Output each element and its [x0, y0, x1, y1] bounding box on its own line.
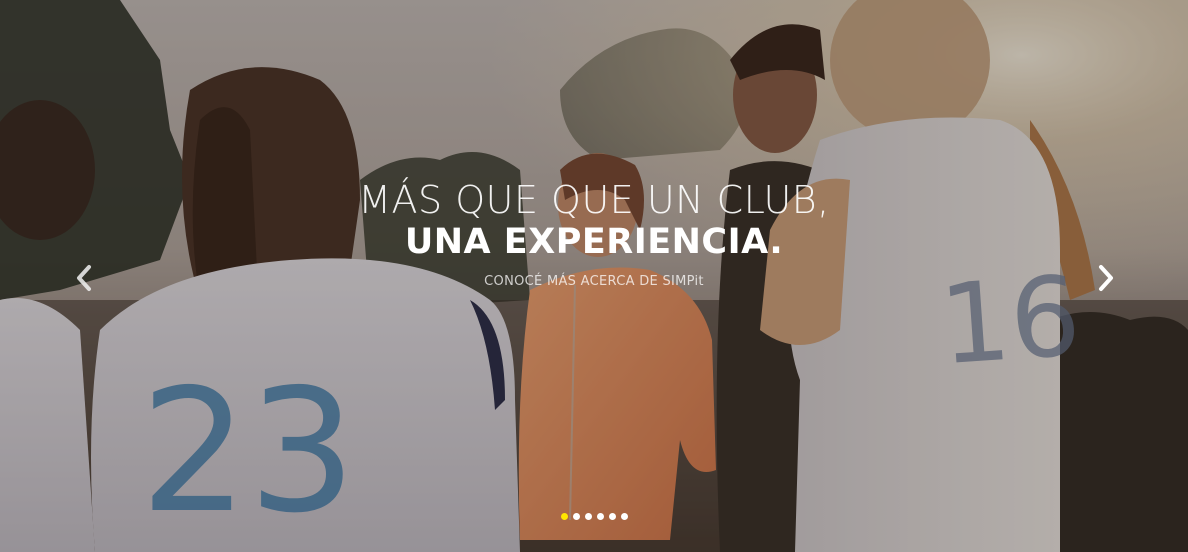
slide-title-line2: UNA EXPERIENCIA.: [404, 222, 784, 262]
slide-caption: MÁS QUE QUE UN CLUB, UNA EXPERIENCIA. CO…: [0, 178, 1188, 289]
slide-indicator-dot-3[interactable]: [584, 513, 592, 520]
slide-indicator-dot-4[interactable]: [596, 513, 604, 520]
next-slide-button[interactable]: [1088, 260, 1124, 296]
slide-indicators: [0, 513, 1188, 520]
slide-indicator-dot-1[interactable]: [560, 513, 568, 520]
chevron-right-icon: [1099, 265, 1113, 291]
slide-subtitle-link[interactable]: CONOCÉ MÁS ACERCA DE SIMPit: [0, 274, 1188, 289]
slide-indicator-dot-5[interactable]: [608, 513, 616, 520]
slide-indicator-dot-2[interactable]: [572, 513, 580, 520]
prev-slide-button[interactable]: [66, 260, 102, 296]
slide-title-line1: MÁS QUE QUE UN CLUB,: [358, 178, 830, 222]
slide-indicator-dot-6[interactable]: [620, 513, 628, 520]
chevron-left-icon: [77, 265, 91, 291]
hero-slider: 23 16 MÁS QUE QUE UN CLUB, UNA EXPERIENC…: [0, 0, 1188, 552]
